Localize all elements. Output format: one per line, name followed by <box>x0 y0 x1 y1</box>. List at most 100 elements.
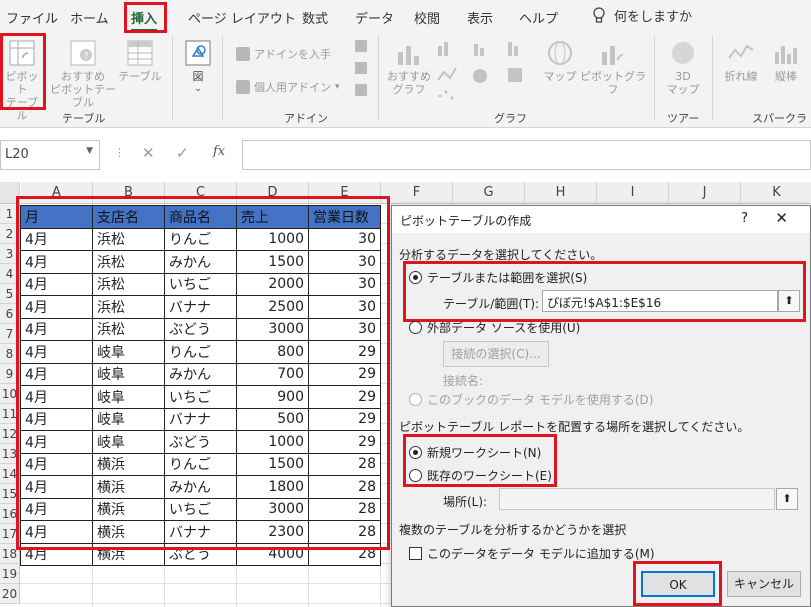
store-icon <box>236 47 250 61</box>
my-addins-button[interactable]: 個人用アドイン ▾ <box>236 79 340 95</box>
close-icon[interactable]: ✕ <box>775 209 788 227</box>
map-chart-button[interactable]: マップ <box>542 38 578 83</box>
name-box-dropdown-icon[interactable]: ▼ <box>86 146 93 156</box>
get-addins-button[interactable]: アドインを入手 <box>236 46 331 62</box>
location-label: 場所(L): <box>443 495 488 509</box>
pivot-chart-button[interactable]: ピボットグラフ <box>580 38 646 96</box>
group-separator <box>712 36 713 120</box>
radio-unselected-icon <box>409 321 422 334</box>
table-button[interactable]: テーブル <box>118 38 162 83</box>
shapes-icon <box>185 40 211 66</box>
illustrations-label: 図 <box>192 70 204 83</box>
location-input[interactable] <box>499 488 775 510</box>
radio-external-label: 外部データ ソースを使用(U) <box>427 321 581 335</box>
radio-disabled-icon <box>409 393 422 406</box>
row-header[interactable]: 20 <box>0 584 20 604</box>
pivot-chart-icon <box>602 46 624 65</box>
tab-data[interactable]: データ <box>355 8 394 27</box>
tell-me-box[interactable]: 何をしますか <box>592 6 692 25</box>
highlight-data-range <box>16 196 390 550</box>
insert-function-icon[interactable]: fx <box>213 144 225 159</box>
table-label: テーブル <box>118 70 162 83</box>
svg-text:?: ? <box>84 51 89 62</box>
help-icon[interactable]: ? <box>741 211 748 226</box>
globe-icon <box>548 41 572 65</box>
radio-external-source[interactable]: 外部データ ソースを使用(U) <box>409 319 580 336</box>
recommended-line2: ピボットテーブル <box>50 83 116 109</box>
group-separator <box>172 36 173 120</box>
column-header[interactable]: J <box>669 182 741 204</box>
illustrations-dropdown-icon: ⌄ <box>194 84 202 94</box>
group-separator <box>654 36 655 120</box>
addin-mini-icons <box>355 40 367 96</box>
recommended-pivot-button[interactable]: ? おすすめ ピボットテーブル <box>48 38 118 109</box>
tab-formulas[interactable]: 数式 <box>302 8 328 27</box>
column-header[interactable]: K <box>741 182 811 204</box>
sparkline-column-icon <box>775 46 797 64</box>
rec-chart-line2: グラフ <box>392 83 426 96</box>
chart-type-icons <box>437 42 522 100</box>
section-multiple-label: 複数のテーブルを分析するかどうかを選択 <box>399 523 627 537</box>
map-label: マップ <box>543 70 577 83</box>
name-box-value: L20 <box>5 147 29 162</box>
my-addins-dropdown-icon: ▾ <box>335 82 340 92</box>
illustrations-button[interactable]: 図 ⌄ <box>180 38 216 96</box>
tab-help[interactable]: ヘルプ <box>519 8 558 27</box>
tab-page-layout[interactable]: ページ レイアウト <box>188 8 296 27</box>
group-separator <box>222 36 223 120</box>
rec-chart-line1: おすすめ <box>387 70 431 83</box>
cancel-button[interactable]: キャンセル <box>727 571 801 597</box>
radio-data-model[interactable]: このブックのデータ モデルを使用する(D) <box>409 391 653 408</box>
sparkline-line-icon <box>728 44 754 59</box>
tab-file[interactable]: ファイル <box>6 8 58 27</box>
3d-map-button[interactable]: 3D マップ <box>662 38 704 96</box>
highlight-ok-button <box>633 561 722 606</box>
column-header[interactable]: G <box>453 182 525 204</box>
tab-review[interactable]: 校閲 <box>414 8 440 27</box>
recommended-chart-icon <box>398 46 419 65</box>
formula-bar: L20 ▼ ⋮ ✕ ✓ fx <box>0 128 811 182</box>
ribbon-tabs: ファイル ホーム 挿入 ページ レイアウト 数式 データ 校閲 表示 ヘルプ 何… <box>0 0 811 32</box>
highlight-table-range <box>403 261 806 322</box>
section-location-label: ピボットテーブル レポートを配置する場所を選択してください。 <box>399 420 750 434</box>
recommended-charts-button[interactable]: おすすめ グラフ <box>384 38 434 96</box>
enter-icon[interactable]: ✓ <box>176 144 189 162</box>
3d-map-icon <box>672 42 694 64</box>
3d-map-line1: 3D <box>675 70 691 83</box>
pivot-chart-label: ピボットグラフ <box>580 70 646 96</box>
highlight-pivot-button <box>0 33 46 110</box>
add-to-data-model-checkbox[interactable]: このデータをデータ モデルに追加する(M) <box>409 545 655 562</box>
choose-connection-button[interactable]: 接続の選択(C)... <box>443 341 549 367</box>
sparkline-column-button[interactable]: 縦棒 <box>766 38 806 83</box>
column-header[interactable]: H <box>525 182 597 204</box>
tab-view[interactable]: 表示 <box>467 8 493 27</box>
section-multiple-tables: 複数のテーブルを分析するかどうかを選択 <box>399 521 804 538</box>
column-header[interactable]: F <box>381 182 453 204</box>
create-pivot-table-dialog: ピボットテーブルの作成 ? ✕ 分析するデータを選択してください。 テーブルまた… <box>391 205 811 607</box>
connection-name-label: 接続名: <box>443 374 484 388</box>
highlight-location-options <box>403 434 557 487</box>
charts-group-label: グラフ <box>494 112 527 125</box>
addins-group-label: アドイン <box>284 112 328 125</box>
get-addins-label: アドインを入手 <box>254 48 331 61</box>
dialog-title: ピボットテーブルの作成 <box>400 214 532 228</box>
checkbox-icon <box>409 547 422 560</box>
sparkline-line-button[interactable]: 折れ線 <box>718 38 764 83</box>
lightbulb-icon <box>593 6 605 23</box>
tours-group-label: ツアー <box>667 112 700 125</box>
add-to-data-model-label: このデータをデータ モデルに追加する(M) <box>427 547 655 561</box>
cancel-icon[interactable]: ✕ <box>142 144 155 162</box>
dialog-title-bar: ピボットテーブルの作成 ? ✕ <box>392 206 810 233</box>
name-box[interactable]: L20 ▼ <box>0 140 100 170</box>
sparkline-column-label: 縦棒 <box>775 70 797 83</box>
table-icon <box>127 40 153 66</box>
tables-group-label: テーブル <box>62 112 106 125</box>
collapse-location-icon[interactable]: ⬆ <box>776 488 798 510</box>
tab-home[interactable]: ホーム <box>70 8 109 27</box>
my-addins-label: 個人用アドイン <box>254 81 331 94</box>
formula-input[interactable] <box>242 140 811 170</box>
section-location: ピボットテーブル レポートを配置する場所を選択してください。 <box>399 418 804 435</box>
column-header[interactable]: I <box>597 182 669 204</box>
more-icon: ⋮ <box>114 146 125 159</box>
row-header[interactable]: 19 <box>0 564 20 584</box>
